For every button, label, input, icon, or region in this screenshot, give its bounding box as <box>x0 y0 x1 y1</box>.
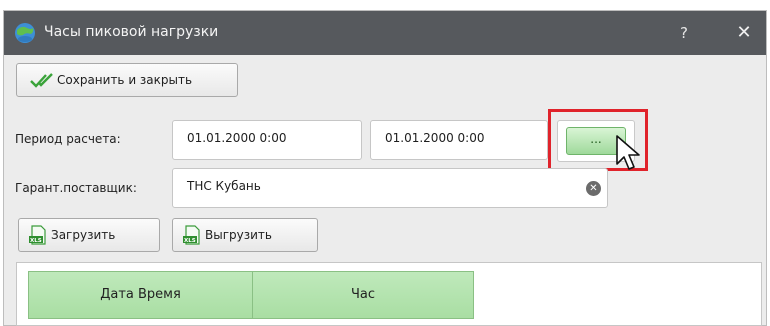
grid-header: Дата Время Час <box>28 271 474 319</box>
date-to-value: 01.01.2000 0:00 <box>385 131 485 145</box>
mouse-pointer-icon <box>616 135 640 170</box>
supplier-field[interactable]: ТНС Кубань ✕ <box>172 168 608 208</box>
window-title: Часы пиковой нагрузки <box>44 24 219 40</box>
double-check-icon <box>30 73 53 88</box>
date-from-field[interactable]: 01.01.2000 0:00 <box>172 120 362 160</box>
clear-icon[interactable]: ✕ <box>586 181 601 196</box>
supplier-label: Гарант.поставщик: <box>15 181 137 195</box>
date-from-value: 01.01.2000 0:00 <box>187 131 287 145</box>
column-header-datetime[interactable]: Дата Время <box>29 272 253 318</box>
globe-icon <box>15 23 35 43</box>
title-bar[interactable]: Часы пиковой нагрузки ? ✕ <box>4 11 766 55</box>
xls-file-icon: XLS <box>183 225 200 245</box>
date-to-field[interactable]: 01.01.2000 0:00 <box>370 120 548 160</box>
xls-file-icon: XLS <box>29 225 46 245</box>
period-label: Период расчета: <box>15 132 121 146</box>
upload-button[interactable]: XLS Загрузить <box>18 218 160 252</box>
upload-button-label: Загрузить <box>51 228 116 242</box>
save-and-close-button[interactable]: Сохранить и закрыть <box>16 63 238 97</box>
svg-text:XLS: XLS <box>184 238 196 244</box>
download-button[interactable]: XLS Выгрузить <box>172 218 318 252</box>
data-grid: Дата Время Час <box>16 262 762 326</box>
column-header-hour[interactable]: Час <box>253 272 473 318</box>
close-button[interactable]: ✕ <box>732 21 756 45</box>
supplier-value: ТНС Кубань <box>187 179 261 193</box>
svg-text:XLS: XLS <box>30 238 42 244</box>
download-button-label: Выгрузить <box>205 228 272 242</box>
help-button[interactable]: ? <box>672 21 696 45</box>
save-button-label: Сохранить и закрыть <box>57 73 193 87</box>
